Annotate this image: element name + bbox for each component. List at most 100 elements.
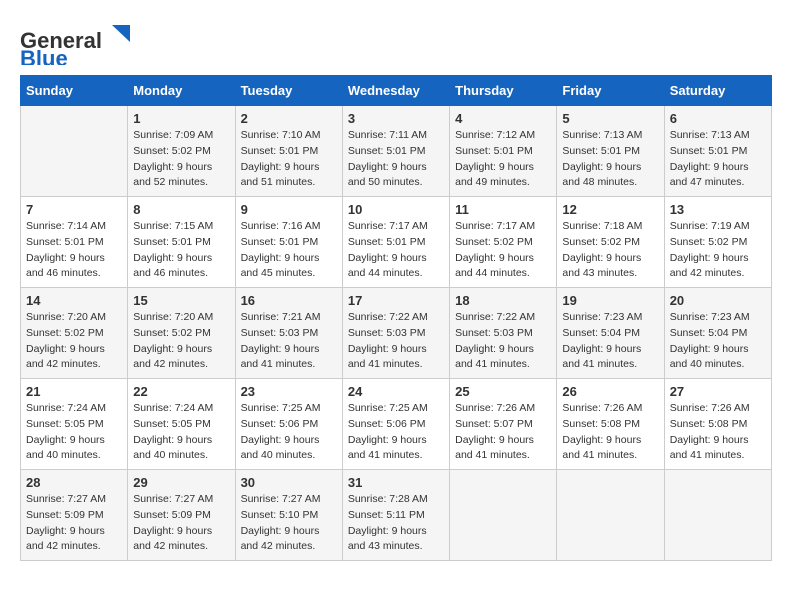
day-info-line: and 44 minutes. bbox=[455, 267, 530, 279]
day-info-line: Sunrise: 7:10 AM bbox=[241, 129, 321, 141]
day-info-line: Sunset: 5:08 PM bbox=[670, 418, 748, 430]
day-info-line: Sunset: 5:09 PM bbox=[26, 509, 104, 521]
day-cell-11: 11Sunrise: 7:17 AMSunset: 5:02 PMDayligh… bbox=[450, 197, 557, 288]
day-info-line: Daylight: 9 hours bbox=[562, 252, 641, 264]
day-cell-22: 22Sunrise: 7:24 AMSunset: 5:05 PMDayligh… bbox=[128, 379, 235, 470]
day-info-line: and 42 minutes. bbox=[670, 267, 745, 279]
day-info: Sunrise: 7:13 AMSunset: 5:01 PMDaylight:… bbox=[670, 128, 766, 191]
day-info-line: Daylight: 9 hours bbox=[241, 343, 320, 355]
day-info: Sunrise: 7:20 AMSunset: 5:02 PMDaylight:… bbox=[26, 310, 122, 373]
day-number: 17 bbox=[348, 293, 444, 308]
logo: General Blue bbox=[20, 20, 130, 65]
day-info-line: Sunset: 5:02 PM bbox=[133, 327, 211, 339]
day-cell-23: 23Sunrise: 7:25 AMSunset: 5:06 PMDayligh… bbox=[235, 379, 342, 470]
day-info-line: Sunset: 5:03 PM bbox=[241, 327, 319, 339]
day-number: 21 bbox=[26, 384, 122, 399]
day-cell-16: 16Sunrise: 7:21 AMSunset: 5:03 PMDayligh… bbox=[235, 288, 342, 379]
empty-cell bbox=[557, 470, 664, 561]
day-info-line: Sunset: 5:11 PM bbox=[348, 509, 425, 521]
day-number: 19 bbox=[562, 293, 658, 308]
day-info-line: and 40 minutes. bbox=[670, 358, 745, 370]
day-cell-26: 26Sunrise: 7:26 AMSunset: 5:08 PMDayligh… bbox=[557, 379, 664, 470]
empty-cell bbox=[450, 470, 557, 561]
day-info-line: Daylight: 9 hours bbox=[26, 525, 105, 537]
day-number: 24 bbox=[348, 384, 444, 399]
day-info-line: Sunset: 5:02 PM bbox=[670, 236, 748, 248]
day-number: 16 bbox=[241, 293, 337, 308]
day-info-line: Sunrise: 7:18 AM bbox=[562, 220, 642, 232]
day-number: 22 bbox=[133, 384, 229, 399]
day-info-line: Sunrise: 7:17 AM bbox=[455, 220, 535, 232]
day-info-line: and 40 minutes. bbox=[26, 449, 101, 461]
day-info-line: Sunset: 5:01 PM bbox=[241, 145, 319, 157]
day-cell-7: 7Sunrise: 7:14 AMSunset: 5:01 PMDaylight… bbox=[21, 197, 128, 288]
day-info: Sunrise: 7:17 AMSunset: 5:01 PMDaylight:… bbox=[348, 219, 444, 282]
day-info: Sunrise: 7:27 AMSunset: 5:09 PMDaylight:… bbox=[26, 492, 122, 555]
day-info-line: and 43 minutes. bbox=[562, 267, 637, 279]
day-info-line: and 40 minutes. bbox=[133, 449, 208, 461]
day-info-line: and 41 minutes. bbox=[348, 449, 423, 461]
day-number: 13 bbox=[670, 202, 766, 217]
day-info-line: and 42 minutes. bbox=[26, 540, 101, 552]
day-info-line: and 47 minutes. bbox=[670, 176, 745, 188]
day-info-line: Sunrise: 7:13 AM bbox=[562, 129, 642, 141]
day-info: Sunrise: 7:17 AMSunset: 5:02 PMDaylight:… bbox=[455, 219, 551, 282]
day-info: Sunrise: 7:26 AMSunset: 5:08 PMDaylight:… bbox=[562, 401, 658, 464]
day-number: 27 bbox=[670, 384, 766, 399]
day-number: 8 bbox=[133, 202, 229, 217]
day-cell-14: 14Sunrise: 7:20 AMSunset: 5:02 PMDayligh… bbox=[21, 288, 128, 379]
day-number: 3 bbox=[348, 111, 444, 126]
day-info-line: Sunrise: 7:28 AM bbox=[348, 493, 428, 505]
day-info-line: Sunset: 5:01 PM bbox=[670, 145, 748, 157]
day-info: Sunrise: 7:16 AMSunset: 5:01 PMDaylight:… bbox=[241, 219, 337, 282]
empty-cell bbox=[664, 470, 771, 561]
day-info: Sunrise: 7:11 AMSunset: 5:01 PMDaylight:… bbox=[348, 128, 444, 191]
day-info-line: Daylight: 9 hours bbox=[26, 252, 105, 264]
day-info-line: Daylight: 9 hours bbox=[133, 161, 212, 173]
week-row-4: 21Sunrise: 7:24 AMSunset: 5:05 PMDayligh… bbox=[21, 379, 772, 470]
day-info-line: Daylight: 9 hours bbox=[348, 161, 427, 173]
day-cell-8: 8Sunrise: 7:15 AMSunset: 5:01 PMDaylight… bbox=[128, 197, 235, 288]
day-info-line: Sunset: 5:08 PM bbox=[562, 418, 640, 430]
day-info-line: and 40 minutes. bbox=[241, 449, 316, 461]
day-info-line: and 41 minutes. bbox=[670, 449, 745, 461]
day-cell-6: 6Sunrise: 7:13 AMSunset: 5:01 PMDaylight… bbox=[664, 106, 771, 197]
day-info-line: Sunset: 5:02 PM bbox=[562, 236, 640, 248]
day-info-line: and 46 minutes. bbox=[26, 267, 101, 279]
day-info-line: Daylight: 9 hours bbox=[348, 343, 427, 355]
week-row-5: 28Sunrise: 7:27 AMSunset: 5:09 PMDayligh… bbox=[21, 470, 772, 561]
day-number: 18 bbox=[455, 293, 551, 308]
day-number: 25 bbox=[455, 384, 551, 399]
day-info-line: Daylight: 9 hours bbox=[26, 434, 105, 446]
day-number: 5 bbox=[562, 111, 658, 126]
weekday-header-friday: Friday bbox=[557, 76, 664, 106]
day-info: Sunrise: 7:22 AMSunset: 5:03 PMDaylight:… bbox=[455, 310, 551, 373]
week-row-1: 1Sunrise: 7:09 AMSunset: 5:02 PMDaylight… bbox=[21, 106, 772, 197]
day-info-line: Sunrise: 7:27 AM bbox=[241, 493, 321, 505]
day-info-line: and 42 minutes. bbox=[26, 358, 101, 370]
day-info-line: Daylight: 9 hours bbox=[26, 343, 105, 355]
day-cell-1: 1Sunrise: 7:09 AMSunset: 5:02 PMDaylight… bbox=[128, 106, 235, 197]
day-info-line: and 42 minutes. bbox=[241, 540, 316, 552]
day-info: Sunrise: 7:24 AMSunset: 5:05 PMDaylight:… bbox=[26, 401, 122, 464]
day-info-line: Sunrise: 7:26 AM bbox=[562, 402, 642, 414]
day-info: Sunrise: 7:19 AMSunset: 5:02 PMDaylight:… bbox=[670, 219, 766, 282]
day-cell-30: 30Sunrise: 7:27 AMSunset: 5:10 PMDayligh… bbox=[235, 470, 342, 561]
day-info-line: Sunset: 5:06 PM bbox=[241, 418, 319, 430]
day-info-line: Sunrise: 7:24 AM bbox=[26, 402, 106, 414]
day-info-line: Daylight: 9 hours bbox=[241, 161, 320, 173]
day-number: 10 bbox=[348, 202, 444, 217]
week-row-3: 14Sunrise: 7:20 AMSunset: 5:02 PMDayligh… bbox=[21, 288, 772, 379]
day-info-line: Sunset: 5:01 PM bbox=[133, 236, 211, 248]
day-info-line: Daylight: 9 hours bbox=[670, 343, 749, 355]
day-info-line: Sunrise: 7:20 AM bbox=[26, 311, 106, 323]
day-number: 23 bbox=[241, 384, 337, 399]
day-cell-3: 3 Sunrise: 7:11 AMSunset: 5:01 PMDaylight… bbox=[342, 106, 449, 197]
day-cell-17: 17Sunrise: 7:22 AMSunset: 5:03 PMDayligh… bbox=[342, 288, 449, 379]
day-info-line: Sunset: 5:05 PM bbox=[133, 418, 211, 430]
day-info-line: Sunset: 5:02 PM bbox=[455, 236, 533, 248]
page-header: General Blue bbox=[20, 20, 772, 65]
week-row-2: 7Sunrise: 7:14 AMSunset: 5:01 PMDaylight… bbox=[21, 197, 772, 288]
day-cell-9: 9Sunrise: 7:16 AMSunset: 5:01 PMDaylight… bbox=[235, 197, 342, 288]
day-info-line: and 41 minutes. bbox=[348, 358, 423, 370]
